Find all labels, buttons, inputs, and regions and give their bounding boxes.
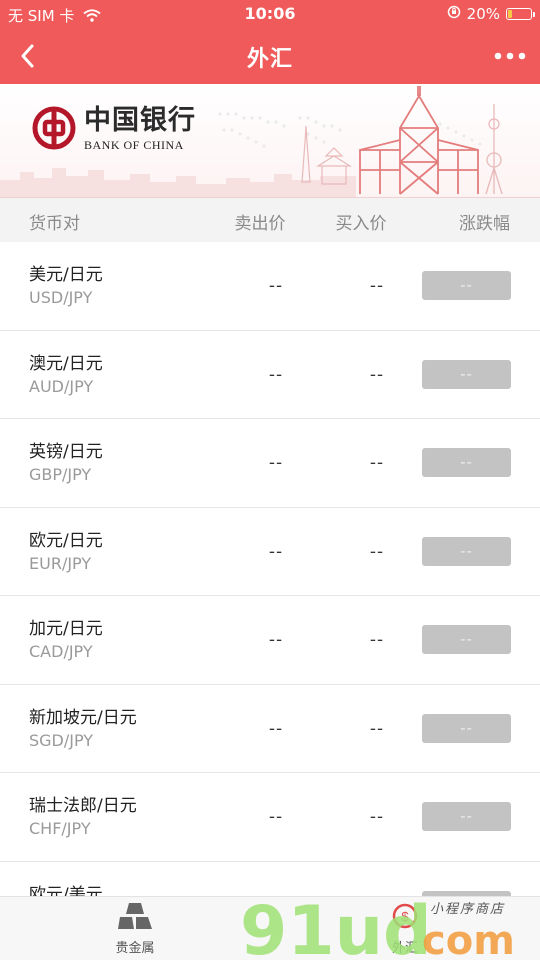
sell-price: -- <box>268 630 284 650</box>
table-row[interactable]: 美元/日元 USD/JPY -- -- -- <box>0 242 540 331</box>
change-badge: -- <box>422 536 511 566</box>
battery-icon <box>506 8 535 20</box>
sell-price: -- <box>268 364 284 385</box>
change-badge: -- <box>422 359 511 389</box>
buy-price: -- <box>369 630 385 650</box>
table-row[interactable]: 瑞士法郎/日元 CHF/JPY -- -- -- <box>0 773 540 862</box>
header-change: 涨跌幅 <box>459 214 510 234</box>
buy-price: -- <box>369 364 385 385</box>
pair-name: 欧元/日元 <box>29 530 103 551</box>
pair-name: 瑞士法郎/日元 <box>29 796 137 816</box>
forex-exchange-icon: $ <box>392 903 418 929</box>
boc-logo-texts: 中国银行 BANK OF CHINA <box>84 106 196 153</box>
buy-price: -- <box>369 718 385 739</box>
svg-text:$: $ <box>401 909 409 924</box>
status-bar: 无 SIM 卡 10:06 20% <box>0 0 540 28</box>
pair-code: GBP/JPY <box>29 465 92 484</box>
nav-bar: 外汇 <box>0 28 540 84</box>
battery-percent: 20% <box>466 5 500 23</box>
change-badge: -- <box>422 625 511 654</box>
status-right: 20% <box>447 5 535 23</box>
pair-name: 澳元/日元 <box>29 353 103 374</box>
table-row[interactable]: 新加坡元/日元 SGD/JPY -- -- -- <box>0 684 540 773</box>
tab-forex-label: 外汇 <box>391 941 418 956</box>
buy-price: -- <box>369 276 385 296</box>
page-title: 外汇 <box>246 47 293 72</box>
pair-name: 英镑/日元 <box>29 442 103 462</box>
more-dots-icon <box>494 52 526 60</box>
bank-banner: 中国银行 BANK OF CHINA <box>0 84 540 198</box>
change-badge: -- <box>422 802 511 831</box>
pair-code: CHF/JPY <box>29 819 91 838</box>
battery-fill <box>508 10 512 18</box>
boc-logo: 中国银行 BANK OF CHINA <box>32 106 196 153</box>
change-badge: -- <box>422 271 511 300</box>
sell-price: -- <box>268 807 284 827</box>
orientation-lock-icon <box>447 5 461 23</box>
buy-price: -- <box>369 541 385 562</box>
change-badge: -- <box>422 448 511 477</box>
sell-price: -- <box>268 541 284 562</box>
pair-code: AUD/JPY <box>29 376 94 396</box>
change-badge: -- <box>422 713 511 743</box>
currency-list: 美元/日元 USD/JPY -- -- -- 澳元/日元 AUD/JPY -- … <box>0 242 540 950</box>
sell-price: -- <box>268 453 284 473</box>
table-header: 货币对 卖出价 买入价 涨跌幅 <box>0 198 540 242</box>
header-currency-pair: 货币对 <box>29 214 80 234</box>
table-row[interactable]: 加元/日元 CAD/JPY -- -- -- <box>0 596 540 685</box>
table-row[interactable]: 澳元/日元 AUD/JPY -- -- -- <box>0 330 540 419</box>
tab-precious-metals-label: 贵金属 <box>115 941 155 956</box>
pair-code: USD/JPY <box>29 288 93 307</box>
pair-code: SGD/JPY <box>29 730 94 750</box>
tab-precious-metals[interactable]: 贵金属 <box>90 901 180 956</box>
pair-code: EUR/JPY <box>29 553 92 573</box>
more-button[interactable] <box>490 38 530 74</box>
pair-code: CAD/JPY <box>29 642 93 661</box>
sell-price: -- <box>268 718 284 739</box>
bank-of-china-emblem-icon <box>32 106 76 150</box>
watermark-tagline: 小程序商店 <box>430 902 506 917</box>
gold-bars-icon <box>118 903 152 929</box>
boc-logo-english: BANK OF CHINA <box>84 138 184 152</box>
table-row[interactable]: 欧元/日元 EUR/JPY -- -- -- <box>0 507 540 596</box>
pair-name: 新加坡元/日元 <box>29 707 137 728</box>
header-buy-price: 买入价 <box>335 214 387 234</box>
header-sell-price: 卖出价 <box>234 214 286 234</box>
pair-name: 加元/日元 <box>29 619 103 639</box>
buy-price: -- <box>369 807 385 827</box>
sell-price: -- <box>268 276 284 296</box>
table-row[interactable]: 英镑/日元 GBP/JPY -- -- -- <box>0 419 540 508</box>
pair-name: 美元/日元 <box>29 265 103 285</box>
boc-logo-chinese: 中国银行 <box>84 105 196 136</box>
buy-price: -- <box>369 453 385 473</box>
app-root: 无 SIM 卡 10:06 20% 外汇 中国银行 BANK OF CHINA … <box>0 0 540 960</box>
